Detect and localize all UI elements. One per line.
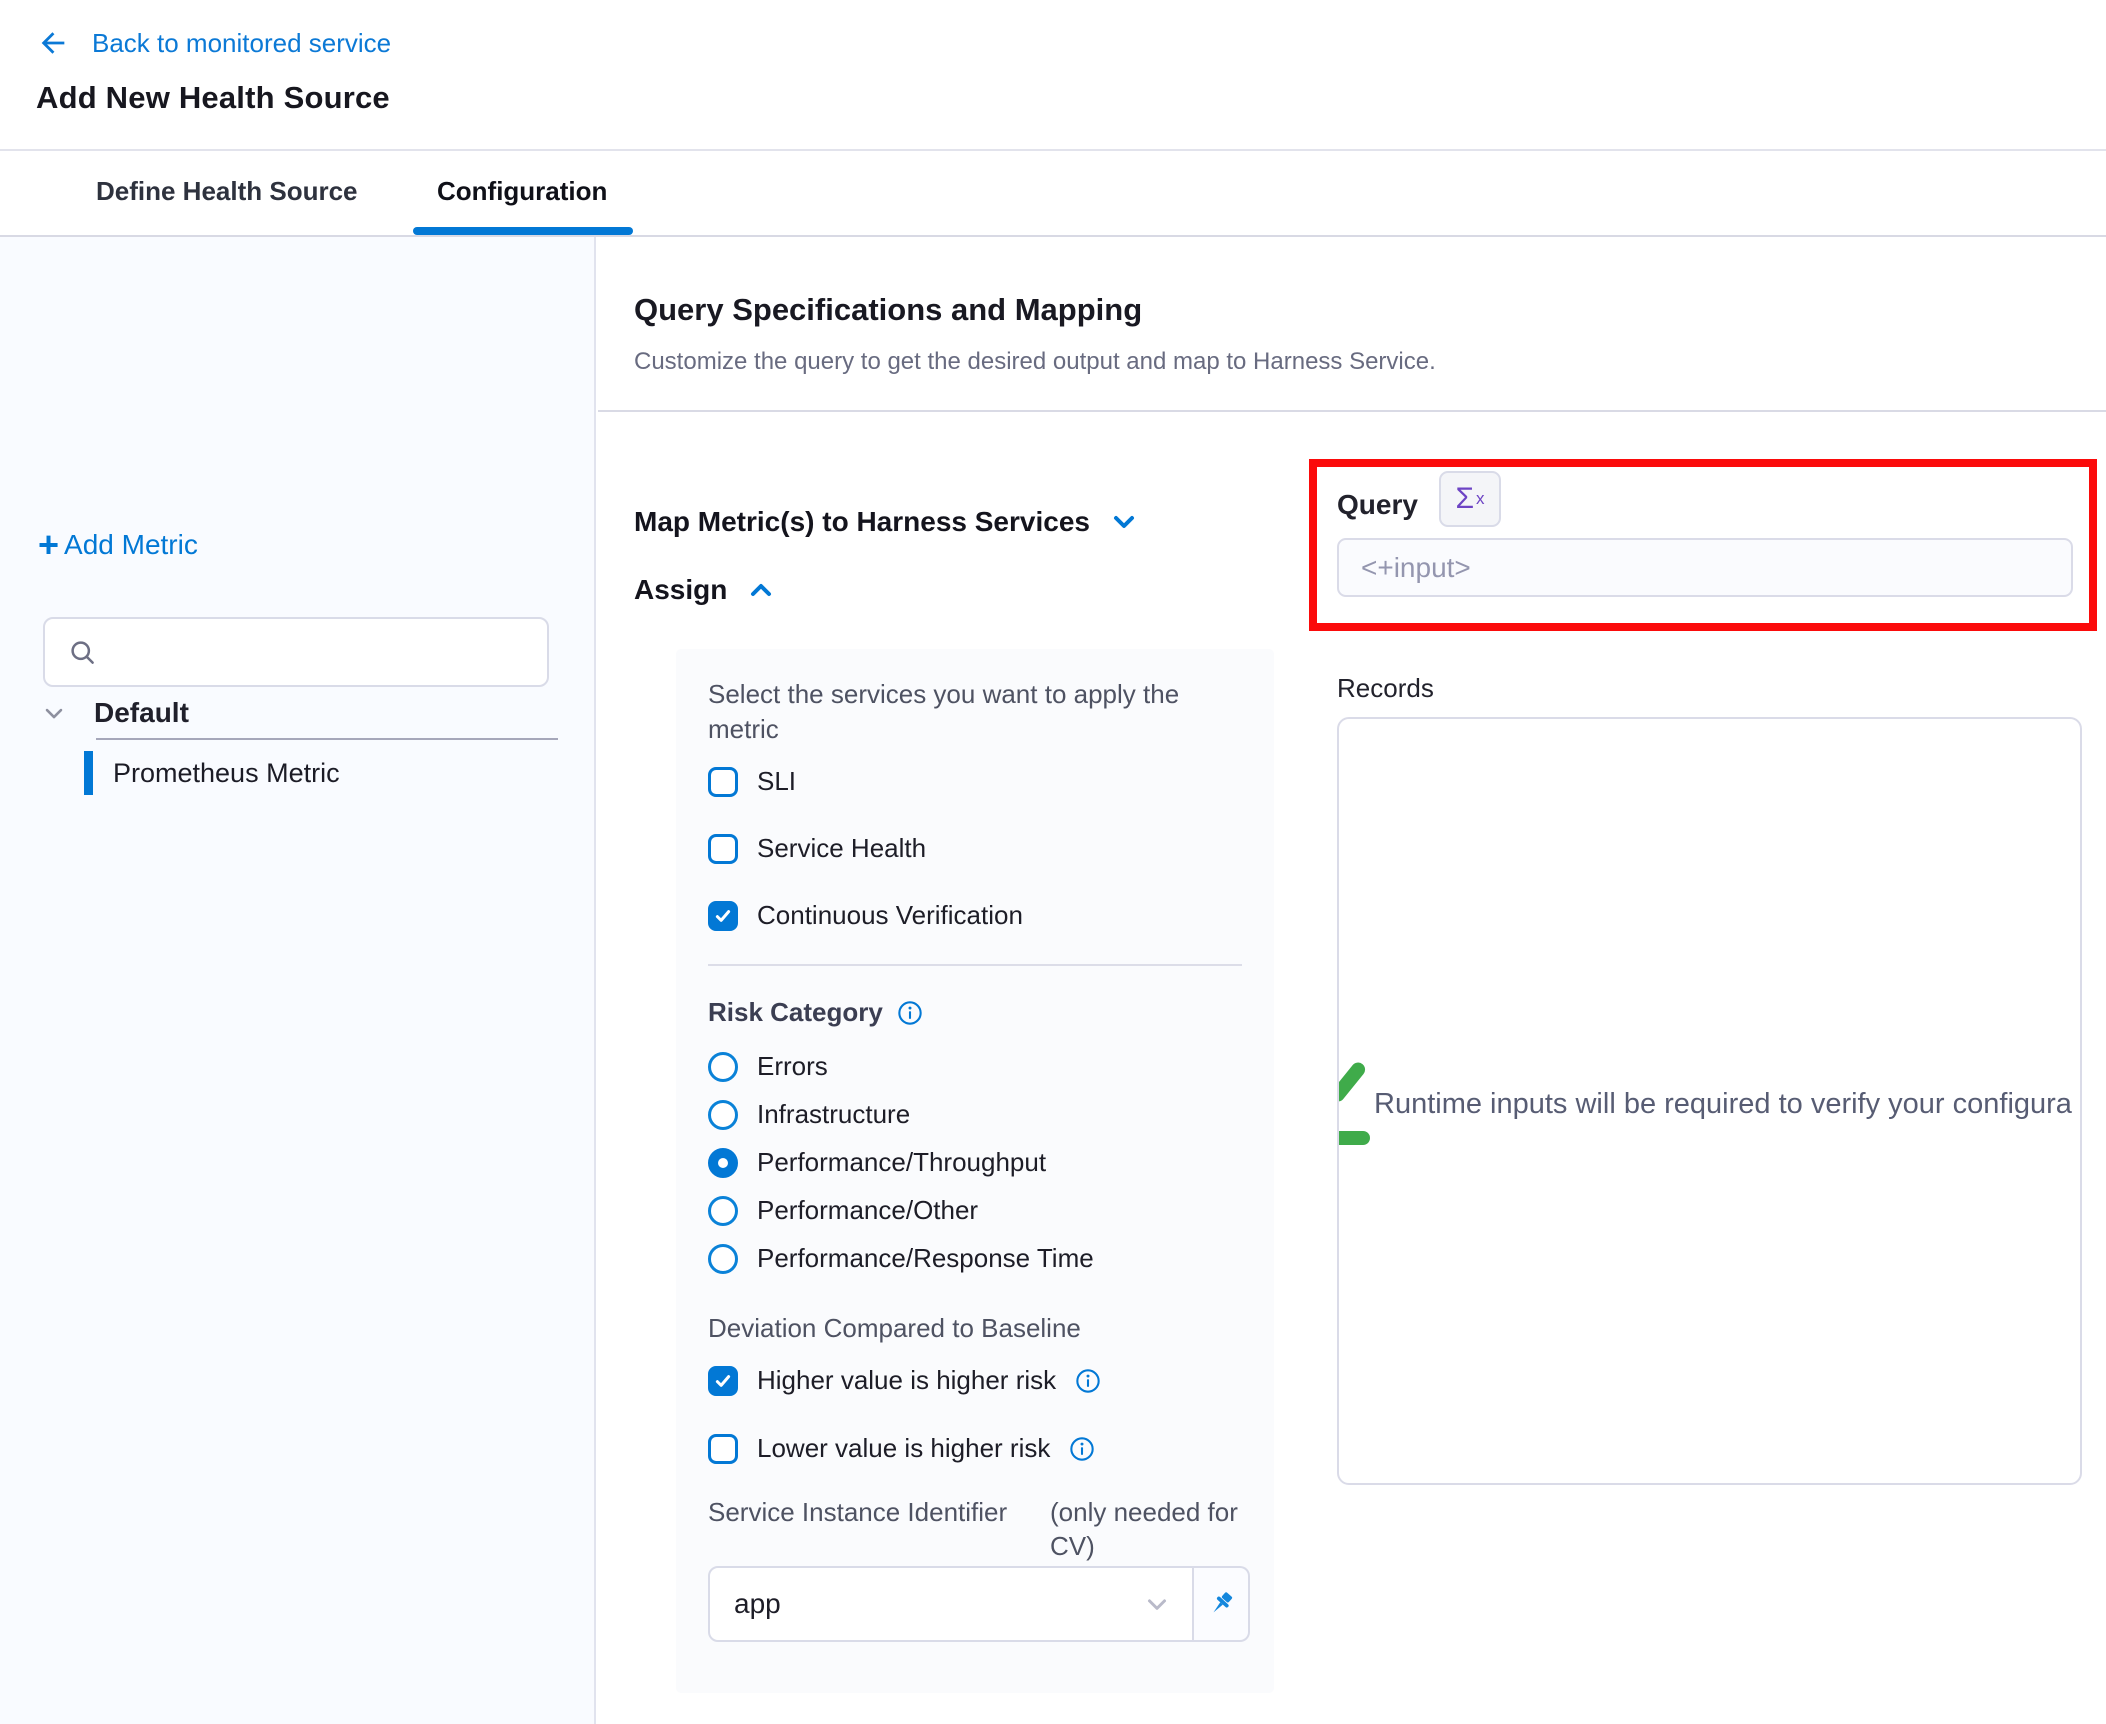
- back-arrow-icon: [36, 26, 70, 60]
- sigma-superscript: x: [1476, 489, 1485, 509]
- radio-button[interactable]: [708, 1244, 738, 1274]
- service-instance-field: app: [708, 1566, 1250, 1642]
- assign-panel: Select the services you want to apply th…: [676, 649, 1274, 1693]
- risk-category-label: Risk Category: [708, 997, 883, 1028]
- records-message: Runtime inputs will be required to verif…: [1374, 1088, 2072, 1121]
- checkbox[interactable]: [708, 901, 738, 931]
- section-title: Query Specifications and Mapping: [634, 292, 1142, 328]
- tab-define-health-source[interactable]: Define Health Source: [96, 176, 358, 207]
- search-icon: [67, 637, 97, 667]
- checkbox-label[interactable]: Continuous Verification: [757, 900, 1023, 931]
- checkbox[interactable]: [708, 834, 738, 864]
- page-title: Add New Health Source: [36, 80, 390, 116]
- section-subtitle: Customize the query to get the desired o…: [634, 348, 1436, 376]
- metric-search-input[interactable]: [111, 637, 531, 668]
- pin-fixed-value-button[interactable]: [1194, 1566, 1250, 1642]
- map-metrics-section-toggle[interactable]: Map Metric(s) to Harness Services: [634, 506, 1140, 538]
- checkbox[interactable]: [708, 1366, 738, 1396]
- risk-option-infrastructure[interactable]: Infrastructure: [708, 1099, 910, 1130]
- sigma-icon: Σ: [1455, 482, 1474, 516]
- checkbox-label[interactable]: Lower value is higher risk: [757, 1433, 1050, 1464]
- sidebar-group-label: Default: [94, 697, 189, 729]
- back-link[interactable]: Back to monitored service: [36, 26, 391, 60]
- radio-button[interactable]: [708, 1148, 738, 1178]
- divider: [708, 964, 1242, 966]
- active-tab-underline: [413, 227, 633, 235]
- service-instance-label: Service Instance Identifier: [708, 1495, 1008, 1529]
- checkbox[interactable]: [708, 767, 738, 797]
- query-label: Query: [1337, 489, 1418, 521]
- assign-label: Assign: [634, 574, 727, 606]
- radio-label[interactable]: Performance/Throughput: [757, 1147, 1046, 1178]
- chevron-up-icon: [745, 574, 777, 606]
- divider: [0, 149, 2106, 151]
- expression-builder-button[interactable]: Σx: [1439, 471, 1501, 527]
- service-instance-select[interactable]: app: [708, 1566, 1194, 1642]
- info-icon[interactable]: [1069, 1436, 1095, 1462]
- service-option-service-health[interactable]: Service Health: [708, 833, 926, 864]
- radio-button[interactable]: [708, 1052, 738, 1082]
- plus-icon: +: [38, 530, 59, 560]
- radio-label[interactable]: Performance/Response Time: [757, 1243, 1094, 1274]
- service-option-continuous-verification[interactable]: Continuous Verification: [708, 900, 1023, 931]
- info-icon[interactable]: [897, 1000, 923, 1026]
- risk-category-header: Risk Category: [708, 997, 923, 1028]
- checkbox-label[interactable]: SLI: [757, 766, 796, 797]
- back-link-label: Back to monitored service: [92, 28, 391, 59]
- service-option-sli[interactable]: SLI: [708, 766, 796, 797]
- add-metric-label: Add Metric: [64, 529, 198, 561]
- service-instance-note: (only needed for CV): [1050, 1495, 1280, 1563]
- check-icon: [713, 906, 733, 926]
- risk-option-performance-throughput[interactable]: Performance/Throughput: [708, 1147, 1046, 1178]
- query-input[interactable]: <+input>: [1337, 538, 2073, 597]
- checkbox[interactable]: [708, 1434, 738, 1464]
- add-metric-button[interactable]: + Add Metric: [38, 529, 198, 561]
- services-prompt: Select the services you want to apply th…: [708, 677, 1208, 747]
- check-icon: [713, 1371, 733, 1391]
- query-input-placeholder: <+input>: [1361, 552, 1471, 584]
- checkbox-label[interactable]: Service Health: [757, 833, 926, 864]
- info-icon[interactable]: [1075, 1368, 1101, 1394]
- radio-label[interactable]: Infrastructure: [757, 1099, 910, 1130]
- metric-search: [43, 617, 549, 687]
- sidebar-item-prometheus-metric[interactable]: Prometheus Metric: [84, 751, 340, 795]
- radio-label[interactable]: Errors: [757, 1051, 828, 1082]
- sidebar-group-default[interactable]: Default: [40, 697, 189, 729]
- chevron-down-icon: [1108, 506, 1140, 538]
- chevron-down-icon: [1142, 1589, 1172, 1619]
- radio-button[interactable]: [708, 1100, 738, 1130]
- service-instance-value: app: [734, 1588, 781, 1620]
- deviation-option-lower[interactable]: Lower value is higher risk: [708, 1433, 1095, 1464]
- radio-button[interactable]: [708, 1196, 738, 1226]
- runtime-input-icon: [1337, 1131, 1370, 1145]
- divider: [598, 410, 2106, 412]
- pin-icon: [1205, 1588, 1237, 1620]
- records-label: Records: [1337, 673, 1434, 704]
- records-panel: Runtime inputs will be required to verif…: [1337, 717, 2082, 1485]
- deviation-label: Deviation Compared to Baseline: [708, 1313, 1081, 1344]
- chevron-down-icon: [40, 699, 68, 727]
- sidebar: + Add Metric Default Prometheus Metric: [0, 237, 596, 1724]
- runtime-input-icon: [1337, 1060, 1368, 1105]
- divider: [96, 738, 558, 740]
- tab-configuration[interactable]: Configuration: [437, 176, 607, 207]
- map-metrics-label: Map Metric(s) to Harness Services: [634, 506, 1090, 538]
- checkbox-label[interactable]: Higher value is higher risk: [757, 1365, 1056, 1396]
- add-health-source-page: Back to monitored service Add New Health…: [0, 0, 2106, 1724]
- deviation-option-higher[interactable]: Higher value is higher risk: [708, 1365, 1101, 1396]
- risk-option-performance-response-time[interactable]: Performance/Response Time: [708, 1243, 1094, 1274]
- risk-option-performance-other[interactable]: Performance/Other: [708, 1195, 978, 1226]
- assign-section-toggle[interactable]: Assign: [634, 574, 777, 606]
- radio-label[interactable]: Performance/Other: [757, 1195, 978, 1226]
- selected-indicator-bar: [84, 751, 93, 795]
- metric-item-label: Prometheus Metric: [113, 758, 340, 789]
- risk-option-errors[interactable]: Errors: [708, 1051, 828, 1082]
